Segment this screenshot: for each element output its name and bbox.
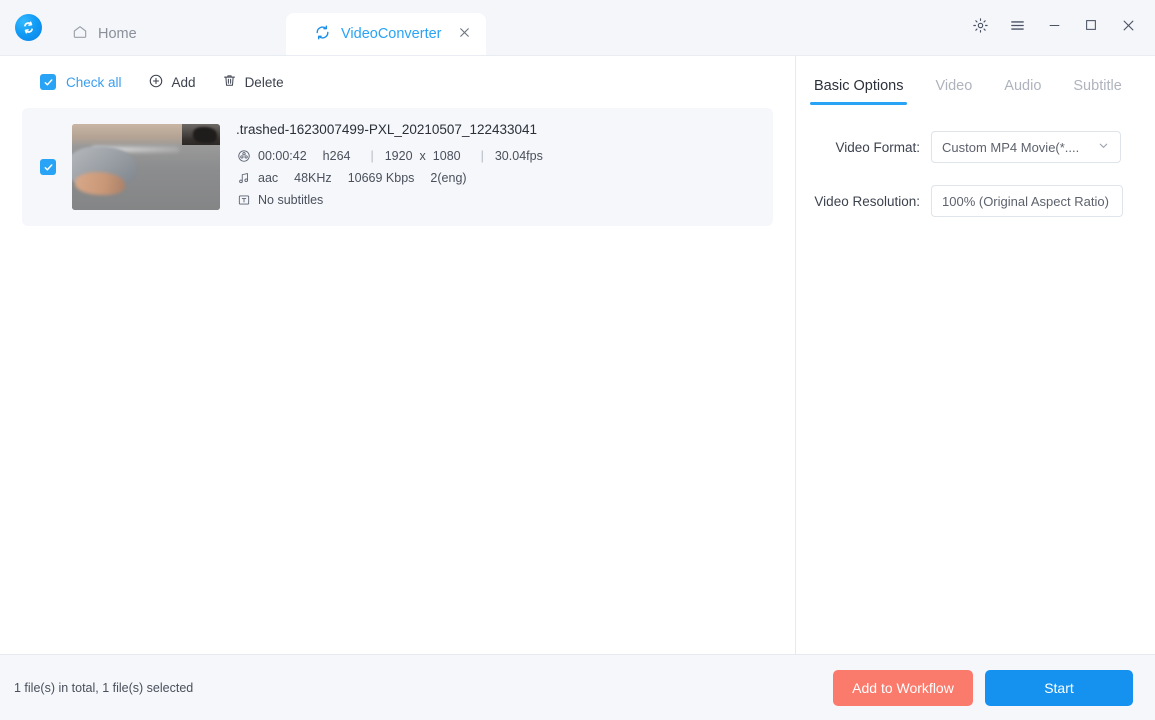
- maximize-icon[interactable]: [1078, 12, 1104, 38]
- audio-info-row: aac 48KHz 10669 Kbps 2(eng): [236, 170, 763, 185]
- tab-subtitle[interactable]: Subtitle: [1069, 78, 1125, 105]
- file-name: .trashed-1623007499-PXL_20210507_1224330…: [236, 122, 763, 137]
- check-all-checkbox[interactable]: [40, 74, 56, 90]
- subtitle-status: No subtitles: [258, 193, 323, 207]
- audio-bitrate: 10669 Kbps: [348, 171, 415, 185]
- app-logo: [0, 0, 56, 55]
- video-resolution-label: Video Resolution:: [796, 194, 931, 209]
- video-format-label: Video Format:: [796, 140, 931, 155]
- application-window: Home VideoConverter: [0, 0, 1155, 720]
- video-info-row: 00:00:42 h264 | 1920 x 1080 | 30.04fps: [236, 148, 763, 163]
- tab-audio[interactable]: Audio: [1000, 78, 1045, 105]
- check-all-label: Check all: [66, 75, 122, 90]
- file-toolbar: Check all Add: [0, 56, 795, 108]
- video-height: 1080: [433, 149, 461, 163]
- start-button[interactable]: Start: [985, 670, 1133, 706]
- tab-videoconverter[interactable]: VideoConverter: [286, 13, 486, 55]
- file-list-pane: Check all Add: [0, 56, 796, 654]
- file-metadata: .trashed-1623007499-PXL_20210507_1224330…: [236, 120, 763, 214]
- chevron-down-icon: [1097, 139, 1110, 155]
- close-icon[interactable]: [1115, 12, 1141, 38]
- video-resolution-select[interactable]: 100% (Original Aspect Ratio): [931, 185, 1123, 217]
- tab-close-icon[interactable]: [458, 26, 471, 42]
- separator-2: |: [481, 149, 484, 163]
- tab-basic-options-label: Basic Options: [814, 78, 903, 94]
- video-format-value: Custom MP4 Movie(*....: [942, 140, 1093, 155]
- subtitle-box-icon: [236, 192, 251, 207]
- add-button[interactable]: Add: [148, 73, 196, 92]
- add-label: Add: [172, 75, 196, 90]
- tab-home[interactable]: Home: [56, 13, 216, 55]
- convert-arrows-icon: [314, 24, 331, 45]
- tab-basic-options[interactable]: Basic Options: [810, 78, 907, 105]
- tab-subtitle-label: Subtitle: [1073, 78, 1121, 94]
- check-all-button[interactable]: Check all: [40, 74, 122, 90]
- subtitle-info-row: No subtitles: [236, 192, 763, 207]
- window-controls: [967, 12, 1141, 38]
- tab-audio-label: Audio: [1004, 78, 1041, 94]
- file-list-item[interactable]: .trashed-1623007499-PXL_20210507_1224330…: [22, 108, 773, 226]
- trash-icon: [222, 73, 237, 91]
- options-pane: Basic Options Video Audio Subtitle Video…: [796, 56, 1155, 654]
- home-icon: [72, 24, 88, 44]
- footer-bar: 1 file(s) in total, 1 file(s) selected A…: [0, 654, 1155, 720]
- minimize-icon[interactable]: [1041, 12, 1067, 38]
- video-codec: h264: [323, 149, 351, 163]
- video-resolution-row: Video Resolution: 100% (Original Aspect …: [796, 185, 1155, 217]
- audio-sample-rate: 48KHz: [294, 171, 332, 185]
- audio-codec: aac: [258, 171, 278, 185]
- dimension-separator: x: [420, 149, 426, 163]
- separator-1: |: [370, 149, 373, 163]
- add-to-workflow-button[interactable]: Add to Workflow: [833, 670, 973, 706]
- tab-video-label: Video: [935, 78, 972, 94]
- title-bar: Home VideoConverter: [0, 0, 1155, 55]
- video-thumbnail[interactable]: [72, 124, 220, 210]
- video-duration: 00:00:42: [258, 149, 307, 163]
- file-status-text: 1 file(s) in total, 1 file(s) selected: [14, 681, 833, 695]
- music-note-icon: [236, 170, 251, 185]
- tab-videoconverter-label: VideoConverter: [341, 26, 442, 42]
- film-reel-icon: [236, 148, 251, 163]
- video-format-select[interactable]: Custom MP4 Movie(*....: [931, 131, 1121, 163]
- tab-home-label: Home: [98, 26, 137, 42]
- gear-icon[interactable]: [967, 12, 993, 38]
- file-checkbox[interactable]: [40, 159, 56, 175]
- video-width: 1920: [385, 149, 413, 163]
- video-resolution-value: 100% (Original Aspect Ratio): [942, 194, 1112, 209]
- main-body: Check all Add: [0, 55, 1155, 654]
- audio-channels: 2(eng): [430, 171, 466, 185]
- basic-options-form: Video Format: Custom MP4 Movie(*.... Vid…: [796, 105, 1155, 239]
- file-list: .trashed-1623007499-PXL_20210507_1224330…: [0, 108, 795, 654]
- video-format-row: Video Format: Custom MP4 Movie(*....: [796, 131, 1155, 163]
- delete-label: Delete: [245, 75, 284, 90]
- delete-button[interactable]: Delete: [222, 73, 284, 91]
- hamburger-icon[interactable]: [1004, 12, 1030, 38]
- plus-circle-icon: [148, 73, 164, 92]
- app-logo-swirl-icon: [15, 14, 42, 41]
- video-framerate: 30.04fps: [495, 149, 543, 163]
- tab-video[interactable]: Video: [931, 78, 976, 105]
- options-tabs: Basic Options Video Audio Subtitle: [796, 56, 1155, 105]
